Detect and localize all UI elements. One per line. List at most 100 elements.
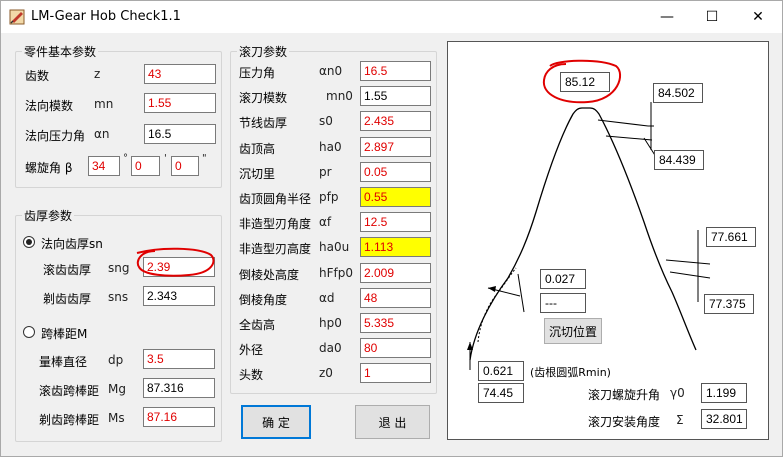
normal-module-label: 法向模数 bbox=[25, 99, 74, 113]
main-window: LM-Gear Hob Check1.1 — ☐ ✕ 零件基本参数 齿数 z 4… bbox=[0, 0, 783, 457]
hob-param-input[interactable]: 48 bbox=[360, 288, 431, 308]
app-icon bbox=[9, 9, 25, 25]
minute-mark: ' bbox=[164, 153, 167, 164]
hob-profile-diagram: 85.12 84.502 84.439 77.661 77.375 0.027 … bbox=[447, 41, 769, 440]
span-label[interactable]: 跨棒距M bbox=[41, 325, 87, 342]
hob-span-symbol: Mg bbox=[108, 382, 126, 396]
hob-param-input[interactable]: 0.55 bbox=[360, 187, 431, 207]
hob-param-symbol: αd bbox=[319, 291, 335, 305]
hob-param-symbol: mn0 bbox=[326, 89, 353, 103]
shave-thickness-label: 剃齿齿厚 bbox=[43, 292, 92, 306]
minimize-button[interactable]: — bbox=[644, 1, 690, 33]
undercut-position-button[interactable]: 沉切位置 bbox=[544, 318, 602, 344]
hob-helix-value[interactable]: 1.199 bbox=[701, 383, 747, 403]
exit-button[interactable]: 退 出 bbox=[355, 405, 430, 439]
ok-button[interactable]: 确 定 bbox=[241, 405, 311, 439]
hob-param-input[interactable]: 1.113 bbox=[360, 237, 431, 257]
shave-thickness-input[interactable]: 2.343 bbox=[143, 286, 215, 306]
hob-thickness-label: 滚齿齿厚 bbox=[43, 263, 92, 277]
hob-param-input[interactable]: 12.5 bbox=[360, 212, 431, 232]
hob-param-symbol: αn0 bbox=[319, 64, 343, 78]
hob-param-symbol: hp0 bbox=[319, 316, 342, 330]
hob-param-label: 齿顶高 bbox=[239, 142, 276, 156]
shave-span-label: 剃齿跨棒距 bbox=[39, 413, 100, 427]
hob-param-label: 节线齿厚 bbox=[239, 116, 288, 130]
teeth-symbol: z bbox=[94, 67, 101, 81]
right-mid-value-1[interactable]: 77.661 bbox=[706, 227, 756, 247]
hob-param-input[interactable]: 1 bbox=[360, 363, 431, 383]
teeth-input[interactable]: 43 bbox=[144, 64, 216, 84]
pin-diameter-symbol: dp bbox=[108, 353, 124, 367]
left-dashed-curve bbox=[477, 267, 517, 343]
hob-param-symbol: αf bbox=[319, 215, 332, 229]
normal-thickness-radio[interactable] bbox=[23, 236, 35, 248]
hob-param-symbol: pfp bbox=[319, 190, 339, 204]
shave-thickness-symbol: sns bbox=[108, 290, 129, 304]
hob-thickness-symbol: sng bbox=[108, 261, 130, 275]
thickness-title: 齿厚参数 bbox=[22, 207, 75, 224]
left-lower-value[interactable]: --- bbox=[540, 293, 586, 313]
pressure-angle-symbol: αn bbox=[94, 127, 110, 141]
basic-params-title: 零件基本参数 bbox=[22, 43, 99, 60]
hob-param-label: 倒棱角度 bbox=[239, 293, 288, 307]
maximize-button[interactable]: ☐ bbox=[689, 1, 735, 33]
hob-install-value[interactable]: 32.801 bbox=[701, 409, 747, 429]
hob-param-input[interactable]: 5.335 bbox=[360, 313, 431, 333]
right-top-value-1[interactable]: 84.502 bbox=[653, 83, 703, 103]
shave-span-input[interactable]: 87.16 bbox=[143, 407, 215, 427]
hob-param-label: 滚刀模数 bbox=[239, 91, 288, 105]
helix-second-input[interactable]: 0 bbox=[171, 156, 199, 176]
pin-diameter-label: 量棒直径 bbox=[39, 355, 88, 369]
hob-param-input[interactable]: 0.05 bbox=[360, 162, 431, 182]
hob-param-label: 齿顶圆角半径 bbox=[239, 192, 312, 206]
hob-param-symbol: ha0u bbox=[319, 240, 350, 254]
hob-param-symbol: ha0 bbox=[319, 140, 342, 154]
hob-param-symbol: z0 bbox=[319, 366, 333, 380]
minimize-icon: — bbox=[660, 9, 674, 25]
hob-param-label: 全齿高 bbox=[239, 318, 276, 332]
hob-span-input[interactable]: 87.316 bbox=[143, 378, 215, 398]
hob-param-input[interactable]: 16.5 bbox=[360, 61, 431, 81]
right-mid-value-2[interactable]: 77.375 bbox=[704, 294, 754, 314]
teeth-label: 齿数 bbox=[25, 69, 50, 83]
rmin-value[interactable]: 0.621 bbox=[478, 361, 524, 381]
hob-param-symbol: s0 bbox=[319, 114, 333, 128]
window-title: LM-Gear Hob Check1.1 bbox=[31, 9, 181, 24]
hob-param-label: 沉切里 bbox=[239, 167, 276, 181]
hob-param-input[interactable]: 80 bbox=[360, 338, 431, 358]
tip-value-box[interactable]: 85.12 bbox=[560, 72, 610, 92]
hob-param-input[interactable]: 2.435 bbox=[360, 111, 431, 131]
hob-param-symbol: hFfp0 bbox=[319, 266, 353, 280]
pressure-angle-input[interactable]: 16.5 bbox=[144, 124, 216, 144]
hob-param-input[interactable]: 1.55 bbox=[360, 86, 431, 106]
hob-param-input[interactable]: 2.009 bbox=[360, 263, 431, 283]
helix-degree-input[interactable]: 34 bbox=[88, 156, 120, 176]
pin-diameter-input[interactable]: 3.5 bbox=[143, 349, 215, 369]
hob-param-symbol: pr bbox=[319, 165, 332, 179]
hob-param-label: 非造型刃角度 bbox=[239, 217, 312, 231]
close-icon: ✕ bbox=[752, 9, 764, 25]
right-top-value-2[interactable]: 84.439 bbox=[654, 150, 704, 170]
hob-param-label: 倒棱处高度 bbox=[239, 268, 300, 282]
normal-thickness-label[interactable]: 法向齿厚sn bbox=[41, 235, 103, 252]
shave-span-symbol: Ms bbox=[108, 411, 125, 425]
hob-param-symbol: da0 bbox=[319, 341, 342, 355]
hob-install-label: 滚刀安装角度 bbox=[588, 415, 661, 429]
left-upper-value[interactable]: 0.027 bbox=[540, 269, 586, 289]
span-radio[interactable] bbox=[23, 326, 35, 338]
hob-params-title: 滚刀参数 bbox=[237, 43, 290, 60]
rmin-label: (齿根圆弧Rmin) bbox=[530, 366, 611, 379]
root-value[interactable]: 74.45 bbox=[478, 383, 524, 403]
hob-param-label: 外径 bbox=[239, 343, 264, 357]
hob-helix-label: 滚刀螺旋升角 bbox=[588, 388, 661, 402]
hob-param-input[interactable]: 2.897 bbox=[360, 137, 431, 157]
title-bar[interactable]: LM-Gear Hob Check1.1 — ☐ ✕ bbox=[1, 1, 782, 33]
hob-helix-symbol: γ0 bbox=[670, 386, 685, 400]
normal-module-symbol: mn bbox=[94, 97, 114, 111]
hob-param-label: 压力角 bbox=[239, 66, 276, 80]
close-button[interactable]: ✕ bbox=[735, 1, 781, 33]
pressure-angle-label: 法向压力角 bbox=[25, 129, 86, 143]
hob-param-label: 非造型刃高度 bbox=[239, 242, 312, 256]
normal-module-input[interactable]: 1.55 bbox=[144, 93, 216, 113]
helix-minute-input[interactable]: 0 bbox=[131, 156, 160, 176]
